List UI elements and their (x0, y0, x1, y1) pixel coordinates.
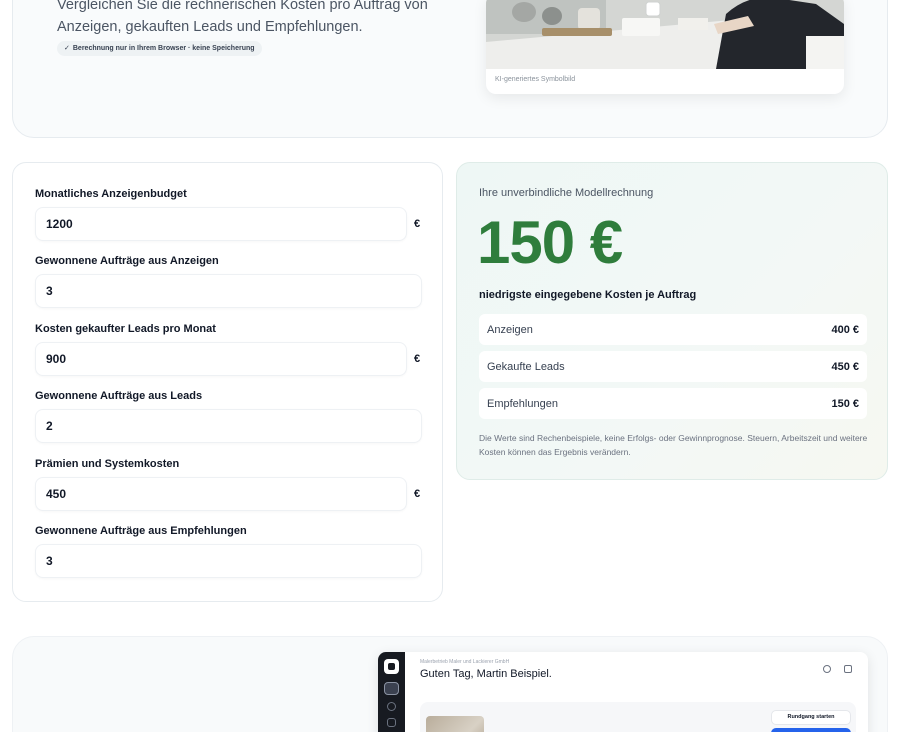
office-scene-illustration (486, 0, 844, 69)
label-referral-costs: Prämien und Systemkosten (35, 458, 180, 470)
lead-orders-input[interactable]: 2 (35, 409, 422, 443)
external-link-icon (844, 665, 852, 673)
hero-description: Vergleichen Sie die rechnerischen Kosten… (57, 0, 428, 35)
result-disclaimer: Die Werte sind Rechenbeispiele, keine Er… (479, 433, 868, 457)
label-lead-costs: Kosten gekaufter Leads pro Monat (35, 323, 216, 335)
result-card: Ihre unverbindliche Modellrechnung 150 €… (456, 162, 888, 480)
label-lead-orders: Gewonnene Aufträge aus Leads (35, 390, 203, 402)
app-company-name: Malerbetrieb Maler und Lackierer GmbH (420, 659, 510, 665)
label-referral-orders: Gewonnene Aufträge aus Empfehlungen (35, 525, 247, 537)
app-thumbnail-image (426, 716, 484, 732)
result-row-leads: Gekaufte Leads 450 € (479, 351, 867, 382)
image-caption: KI-generiertes Symbolbild (495, 76, 576, 83)
row-label: Empfehlungen (487, 397, 558, 410)
privacy-badge: ✓ Berechnung nur in Ihrem Browser · kein… (57, 41, 262, 56)
app-primary-button (771, 728, 851, 732)
label-ad-orders: Gewonnene Aufträge aus Anzeigen (35, 255, 219, 267)
app-logo-icon (384, 659, 399, 674)
settings-icon (387, 702, 396, 711)
lead-costs-input[interactable]: 900 (35, 342, 407, 376)
lead-costs-unit: € (414, 353, 421, 365)
label-ad-budget: Monatliches Anzeigenbudget (35, 188, 187, 200)
privacy-note: Berechnung nur in Ihrem Browser · keine … (72, 45, 255, 52)
hero-figure: KI-generiertes Symbolbild (486, 0, 844, 94)
row-label: Gekaufte Leads (487, 360, 565, 373)
row-label: Anzeigen (487, 323, 533, 336)
result-row-referrals: Empfehlungen 150 € (479, 388, 867, 419)
start-tour-button: Rundgang starten (771, 710, 851, 725)
home-icon (384, 682, 399, 695)
calculator-form: Monatliches Anzeigenbudget 1200 € Gewonn… (12, 162, 443, 602)
ad-budget-unit: € (414, 218, 421, 230)
hero-image (486, 0, 844, 69)
app-preview-window: Malerbetrieb Maler und Lackierer GmbH Gu… (378, 652, 868, 732)
referral-costs-unit: € (414, 488, 421, 500)
app-sidebar (378, 652, 405, 732)
row-value: 150 € (831, 397, 859, 410)
ad-budget-input[interactable]: 1200 (35, 207, 407, 241)
referral-costs-input[interactable]: 450 (35, 477, 407, 511)
check-icon: ✓ (64, 45, 70, 52)
app-greeting: Guten Tag, Martin Beispiel. (420, 668, 552, 680)
help-icon (823, 665, 831, 673)
row-value: 450 € (831, 360, 859, 373)
result-kicker: Ihre unverbindliche Modellrechnung (479, 187, 654, 199)
result-subtitle: niedrigste eingegebene Kosten je Auftrag (479, 289, 697, 301)
row-value: 400 € (831, 323, 859, 336)
users-icon (387, 718, 396, 727)
referral-orders-input[interactable]: 3 (35, 544, 422, 578)
result-value: 150 € (477, 209, 623, 276)
result-row-ads: Anzeigen 400 € (479, 314, 867, 345)
ad-orders-input[interactable]: 3 (35, 274, 422, 308)
